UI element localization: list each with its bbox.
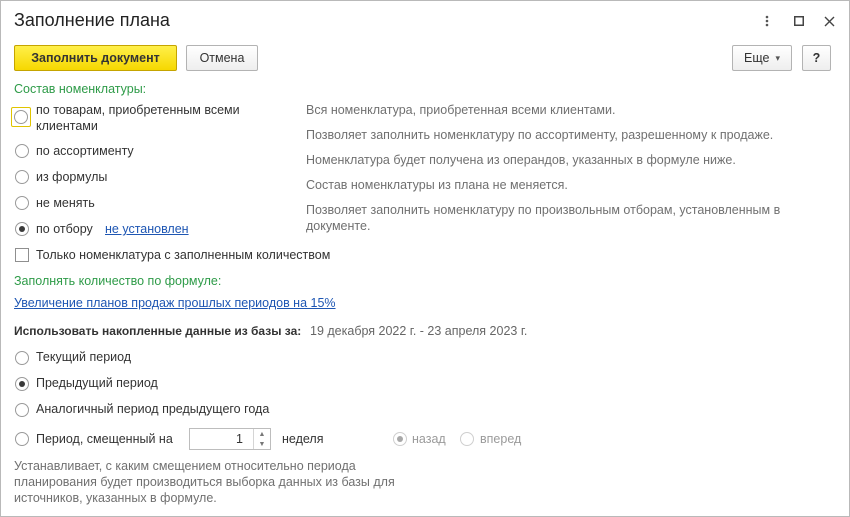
option-formula-desc: Номенклатура будет получена из операндов… [306, 153, 736, 167]
option-formula-label: из формулы [36, 170, 108, 184]
more-menu-label: Еще [744, 51, 770, 65]
option-all-clients-desc: Вся номенклатура, приобретенная всеми кл… [306, 103, 616, 117]
option-no-change-desc: Состав номенклатуры из плана не меняется… [306, 178, 568, 192]
stepper-up-icon[interactable]: ▲ [254, 429, 270, 439]
offset-unit-label: неделя [282, 432, 324, 446]
radio-by-filter[interactable] [15, 222, 29, 236]
offset-hint-line-3: источников, указанных в формуле. [14, 491, 217, 505]
only-with-qty-label: Только номенклатура с заполненным количе… [36, 248, 331, 262]
radio-direction-forward[interactable] [460, 432, 474, 446]
dialog-title: Заполнение плана [14, 10, 170, 30]
radio-same-period-last-year[interactable] [15, 403, 29, 417]
filter-not-set-link[interactable]: не установлен [105, 221, 189, 237]
radio-formula[interactable] [15, 170, 29, 184]
formula-section-header: Заполнять количество по формуле: [14, 274, 222, 288]
option-assortment-desc: Позволяет заполнить номенклатуру по ассо… [306, 128, 774, 142]
accumulated-data-label: Использовать накопленные данные из базы … [14, 324, 302, 338]
offset-period-label: Период, смещенный на [36, 432, 173, 446]
more-vert-icon[interactable] [757, 11, 777, 31]
fill-document-button[interactable]: Заполнить документ [14, 45, 177, 71]
radio-no-change[interactable] [15, 196, 29, 210]
radio-current-period[interactable] [15, 351, 29, 365]
chevron-down-icon: ▾ [775, 52, 780, 63]
help-button[interactable]: ? [802, 45, 831, 71]
radio-assortment[interactable] [15, 144, 29, 158]
only-with-qty-checkbox[interactable] [15, 248, 29, 262]
option-all-clients-label-2: клиентами [36, 119, 98, 133]
offset-quantity-stepper[interactable]: 1 ▲ ▼ [189, 428, 271, 450]
radio-direction-back[interactable] [393, 432, 407, 446]
previous-period-label: Предыдущий период [36, 376, 158, 390]
option-all-clients-label-1: по товарам, приобретенным всеми [36, 103, 240, 117]
offset-hint-line-1: Устанавливает, с каким смещением относит… [14, 459, 356, 473]
more-menu-button[interactable]: Еще ▾ [732, 45, 792, 71]
same-period-last-year-label: Аналогичный период предыдущего года [36, 402, 270, 416]
cancel-button[interactable]: Отмена [186, 45, 258, 71]
radio-all-clients-goods[interactable] [11, 107, 31, 127]
radio-previous-period[interactable] [15, 377, 29, 391]
maximize-icon[interactable] [789, 11, 809, 31]
option-by-filter-desc-2: документе. [306, 219, 371, 233]
stepper-down-icon[interactable]: ▼ [254, 439, 270, 449]
option-assortment-label: по ассортименту [36, 144, 134, 158]
offset-quantity-value: 1 [236, 432, 243, 446]
direction-back-label: назад [412, 432, 446, 446]
direction-forward-label: вперед [480, 432, 522, 446]
option-by-filter-desc-1: Позволяет заполнить номенклатуру по прои… [306, 203, 781, 217]
stepper-buttons: ▲ ▼ [253, 429, 270, 449]
radio-offset-period[interactable] [15, 432, 29, 446]
formula-link[interactable]: Увеличение планов продаж прошлых периодо… [14, 295, 336, 311]
offset-hint-line-2: планирования будет производиться выборка… [14, 475, 395, 489]
accumulated-period-value: 19 декабря 2022 г. - 23 апреля 2023 г. [310, 324, 528, 338]
option-by-filter-label: по отбору [36, 222, 93, 236]
composition-section-header: Состав номенклатуры: [14, 82, 147, 96]
current-period-label: Текущий период [36, 350, 132, 364]
close-icon[interactable] [819, 11, 839, 31]
dialog-window: Заполнение плана Заполнить документ Отме… [0, 0, 850, 517]
option-no-change-label: не менять [36, 196, 95, 210]
